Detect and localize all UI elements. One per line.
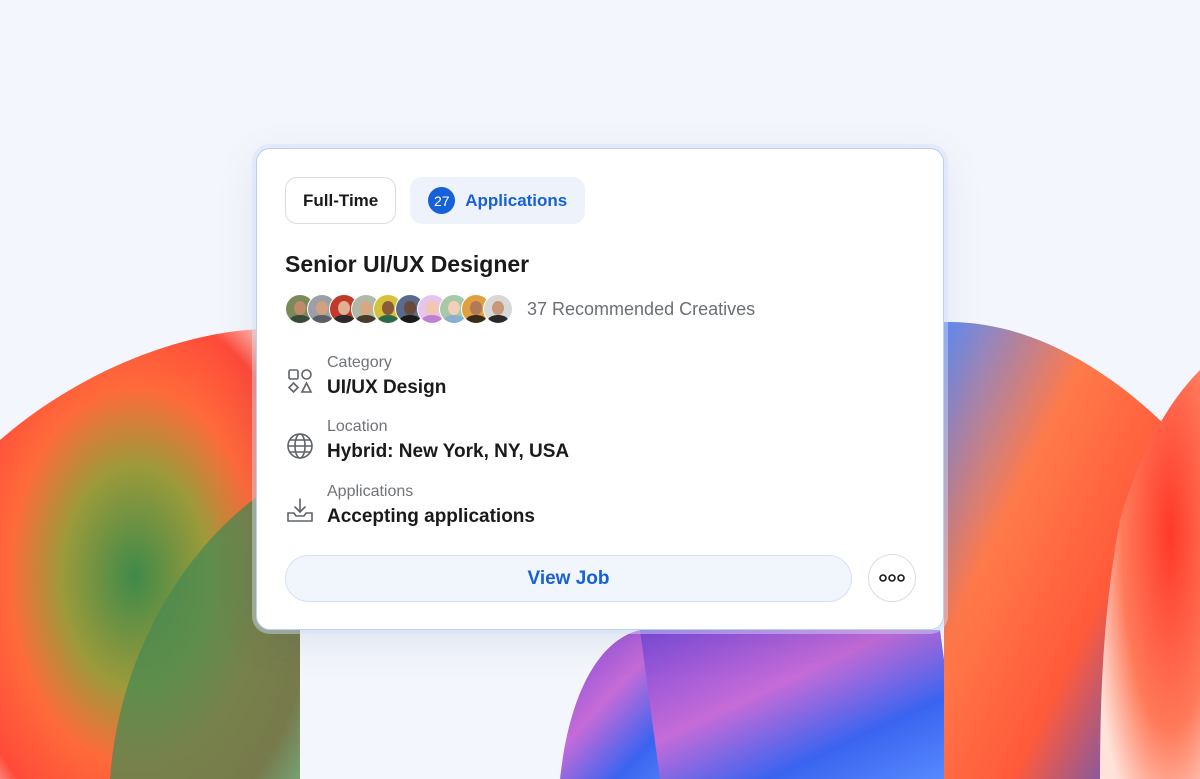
recommended-creatives[interactable]: 37 Recommended Creatives — [285, 294, 755, 324]
recommended-creatives-text: 37 Recommended Creatives — [527, 298, 756, 319]
employment-type-chip[interactable]: Full-Time — [285, 177, 397, 224]
view-job-button[interactable]: View Job — [285, 555, 852, 602]
job-card: Full-Time 27 Applications Senior UI/UX D… — [256, 148, 944, 630]
category-row: Category UI/UX Design — [285, 353, 446, 401]
more-options-icon — [879, 574, 905, 582]
applications-label: Applications — [327, 483, 414, 500]
applications-chip[interactable]: 27 Applications — [410, 177, 586, 224]
more-options-button[interactable] — [868, 554, 916, 602]
location-label: Location — [327, 418, 388, 435]
applications-chip-label: Applications — [465, 190, 568, 210]
avatar-stack — [285, 294, 513, 324]
location-row: Location Hybrid: New York, NY, USA — [285, 417, 569, 465]
applications-value: Accepting applications — [327, 506, 535, 527]
tag-row: Full-Time 27 Applications — [285, 177, 586, 224]
location-value: Hybrid: New York, NY, USA — [327, 441, 570, 462]
job-title: Senior UI/UX Designer — [285, 251, 530, 277]
applications-row: Applications Accepting applications — [285, 482, 535, 530]
download-tray-icon — [287, 498, 313, 522]
category-value: UI/UX Design — [327, 377, 447, 398]
globe-icon — [287, 433, 313, 459]
category-shapes-icon — [287, 369, 313, 394]
avatar — [483, 294, 513, 324]
category-label: Category — [327, 354, 392, 371]
employment-type-label: Full-Time — [303, 190, 379, 210]
applications-count-badge: 27 — [428, 187, 456, 214]
